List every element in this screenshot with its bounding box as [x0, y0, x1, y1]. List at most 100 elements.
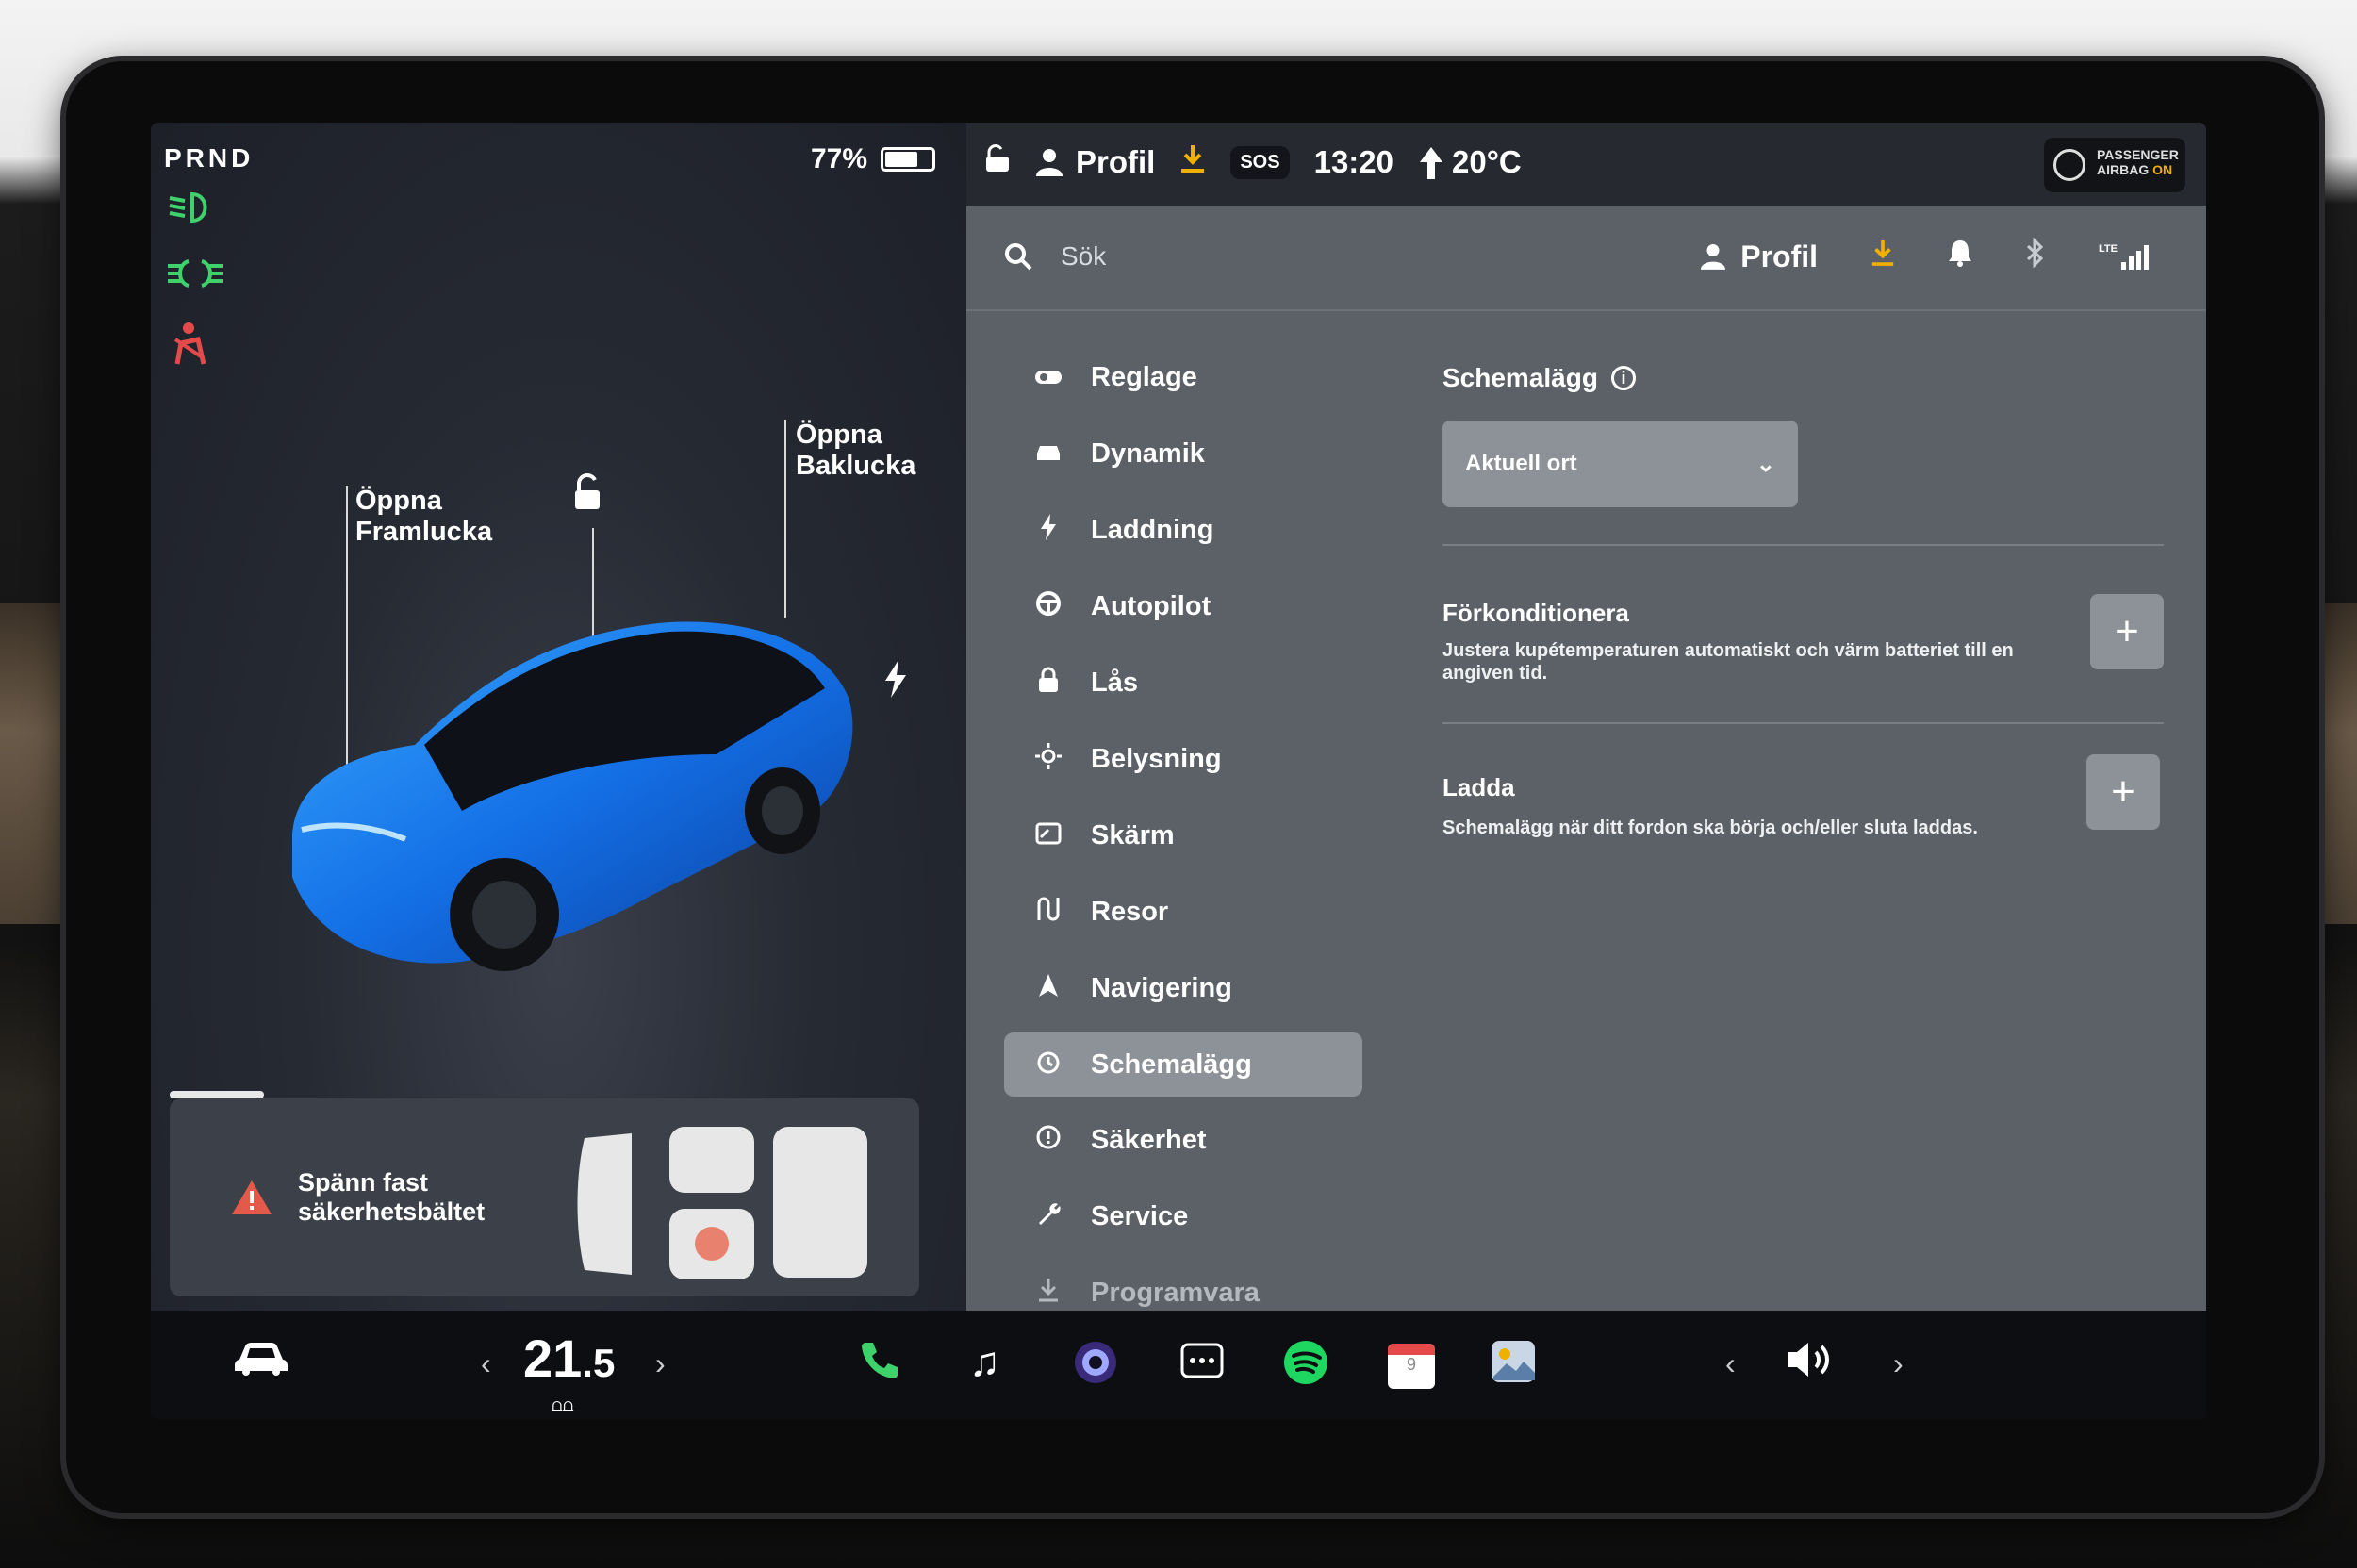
- menu-item-label: Lås: [1091, 668, 1138, 698]
- search-icon: [1005, 243, 1032, 271]
- car-icon: [1032, 439, 1064, 470]
- sos-button[interactable]: SOS: [1230, 145, 1290, 179]
- menu-item-label: Säkerhet: [1091, 1125, 1207, 1155]
- menu-item-label: Reglage: [1091, 362, 1197, 392]
- sun-icon: [1032, 743, 1064, 776]
- music-note-icon[interactable]: ♫: [969, 1339, 1000, 1386]
- bolt-icon: [1032, 514, 1064, 547]
- volume-icon[interactable]: [1786, 1339, 1837, 1391]
- steering-wheel-icon: [1032, 590, 1064, 623]
- phone-icon[interactable]: [858, 1339, 899, 1391]
- menu-item-lås[interactable]: Lås: [1004, 645, 1362, 721]
- clock: 13:20: [1313, 144, 1393, 179]
- info-icon[interactable]: i: [1610, 366, 1636, 390]
- menu-item-label: Laddning: [1091, 515, 1214, 545]
- battery-indicator: 77%: [811, 143, 936, 175]
- volume-up-button[interactable]: ›: [1893, 1346, 1904, 1381]
- schedule-heading: Schemalägg i: [1442, 363, 1636, 393]
- menu-item-label: Resor: [1091, 897, 1169, 927]
- menu-item-autopilot[interactable]: Autopilot: [1004, 569, 1362, 645]
- display-icon: [1032, 821, 1064, 851]
- taskbar: ‹ 21.5 › ⩍⩍ ♫ 9 ‹ ›: [151, 1311, 2206, 1419]
- warning-triangle-icon: [232, 1180, 272, 1214]
- passenger-airbag-indicator: PASSENGER AIRBAG ON: [2044, 138, 2185, 192]
- car-icon[interactable]: [234, 1339, 288, 1387]
- battery-icon: [881, 147, 936, 172]
- divider: [1442, 544, 2164, 546]
- person-icon: [1036, 149, 1063, 176]
- menu-item-schemalägg[interactable]: Schemalägg: [1004, 1032, 1362, 1097]
- person-icon: [1701, 244, 1726, 270]
- seatbelt-warning-icon: [168, 321, 211, 375]
- outside-temperature: 20°C: [1418, 143, 1522, 181]
- seatbelt-alert-text: Spänn fast säkerhetsbältet: [298, 1168, 486, 1226]
- menu-item-label: Dynamik: [1091, 438, 1205, 469]
- settings-panel: Profil SOS 13:20 20°C PASSENGER AIRBAG O…: [966, 123, 2206, 1311]
- open-trunk-button[interactable]: Öppna Baklucka: [796, 420, 915, 482]
- menu-item-reglage[interactable]: Reglage: [1004, 339, 1362, 416]
- photos-app-icon[interactable]: [1490, 1339, 1537, 1395]
- open-frunk-button[interactable]: Öppna Framlucka: [355, 486, 492, 548]
- lock-icon: [1032, 667, 1064, 700]
- charge-title: Ladda: [1442, 773, 1515, 801]
- battery-percent: 77%: [811, 143, 868, 174]
- menu-item-label: Schemalägg: [1091, 1048, 1252, 1080]
- cabin-temperature[interactable]: 21.5: [523, 1328, 615, 1389]
- menu-item-label: Programvara: [1091, 1278, 1260, 1308]
- bluetooth-icon[interactable]: [2025, 237, 2046, 275]
- alarm-clock-icon: [1032, 1048, 1064, 1081]
- unlock-icon[interactable]: [566, 471, 607, 522]
- menu-item-säkerhet[interactable]: Säkerhet: [1004, 1102, 1362, 1179]
- status-bar: Profil SOS 13:20 20°C PASSENGER AIRBAG O…: [966, 123, 2206, 206]
- divider: [1442, 722, 2164, 724]
- menu-item-label: Autopilot: [1091, 591, 1211, 621]
- menu-item-service[interactable]: Service: [1004, 1179, 1362, 1255]
- volume-down-button[interactable]: ‹: [1725, 1346, 1736, 1381]
- temp-down-button[interactable]: ‹: [481, 1346, 491, 1381]
- camera-icon[interactable]: [1072, 1339, 1119, 1396]
- charge-port-bolt-icon[interactable]: [882, 660, 910, 707]
- menu-item-label: Navigering: [1091, 973, 1232, 1003]
- menu-item-resor[interactable]: Resor: [1004, 874, 1362, 950]
- vehicle-3d-image: [273, 594, 877, 995]
- settings-header: Sök Profil LTE: [966, 206, 2206, 311]
- location-dropdown[interactable]: Aktuell ort ⌄: [1442, 421, 1798, 507]
- trips-icon: [1032, 896, 1064, 929]
- calendar-icon[interactable]: 9: [1388, 1344, 1435, 1389]
- gear-selector: PRND: [164, 143, 255, 173]
- temp-up-button[interactable]: ›: [655, 1346, 666, 1381]
- menu-item-navigering[interactable]: Navigering: [1004, 950, 1362, 1027]
- toggle-icon: [1032, 363, 1064, 393]
- lte-signal-icon: LTE: [2099, 243, 2150, 270]
- add-precondition-button[interactable]: +: [2090, 594, 2164, 669]
- spotify-icon[interactable]: [1282, 1339, 1329, 1396]
- unlocked-icon[interactable]: [983, 143, 1012, 181]
- seat-heater-icon[interactable]: ⩍⩍: [552, 1395, 573, 1415]
- menu-item-label: Belysning: [1091, 744, 1222, 774]
- menu-item-dynamik[interactable]: Dynamik: [1004, 416, 1362, 492]
- profile-button[interactable]: Profil: [1701, 239, 1818, 274]
- notification-bell-icon[interactable]: [1948, 239, 1972, 274]
- menu-item-belysning[interactable]: Belysning: [1004, 721, 1362, 798]
- car-status-panel: PRND 77% Öppna Framlucka Öppna Baklucka: [151, 123, 966, 1311]
- wrench-icon: [1032, 1200, 1064, 1233]
- seat-occupancy-diagram: [577, 1127, 867, 1279]
- seatbelt-alert-card[interactable]: Spänn fast säkerhetsbältet: [170, 1098, 919, 1296]
- touchscreen: PRND 77% Öppna Framlucka Öppna Baklucka: [151, 123, 2206, 1419]
- menu-item-skärm[interactable]: Skärm: [1004, 798, 1362, 874]
- temperature-icon: [1420, 147, 1442, 179]
- fog-light-icon: [168, 256, 223, 300]
- alert-circle-icon: [1032, 1124, 1064, 1157]
- more-apps-icon[interactable]: [1180, 1339, 1224, 1393]
- download-icon: [1032, 1277, 1064, 1310]
- search-field[interactable]: Sök: [1004, 241, 1106, 272]
- menu-item-laddning[interactable]: Laddning: [1004, 492, 1362, 569]
- search-placeholder: Sök: [1061, 241, 1107, 271]
- settings-menu: Reglage Dynamik Laddning Autopilot Lås Belysn…: [1004, 339, 1362, 1331]
- download-update-icon[interactable]: [1871, 239, 1895, 274]
- driver-profile-button[interactable]: Profil: [1036, 144, 1155, 180]
- software-update-icon[interactable]: [1179, 143, 1206, 181]
- precondition-title: Förkonditionera: [1442, 599, 1629, 627]
- alert-page-indicator: [170, 1091, 264, 1098]
- add-charge-schedule-button[interactable]: +: [2086, 754, 2160, 830]
